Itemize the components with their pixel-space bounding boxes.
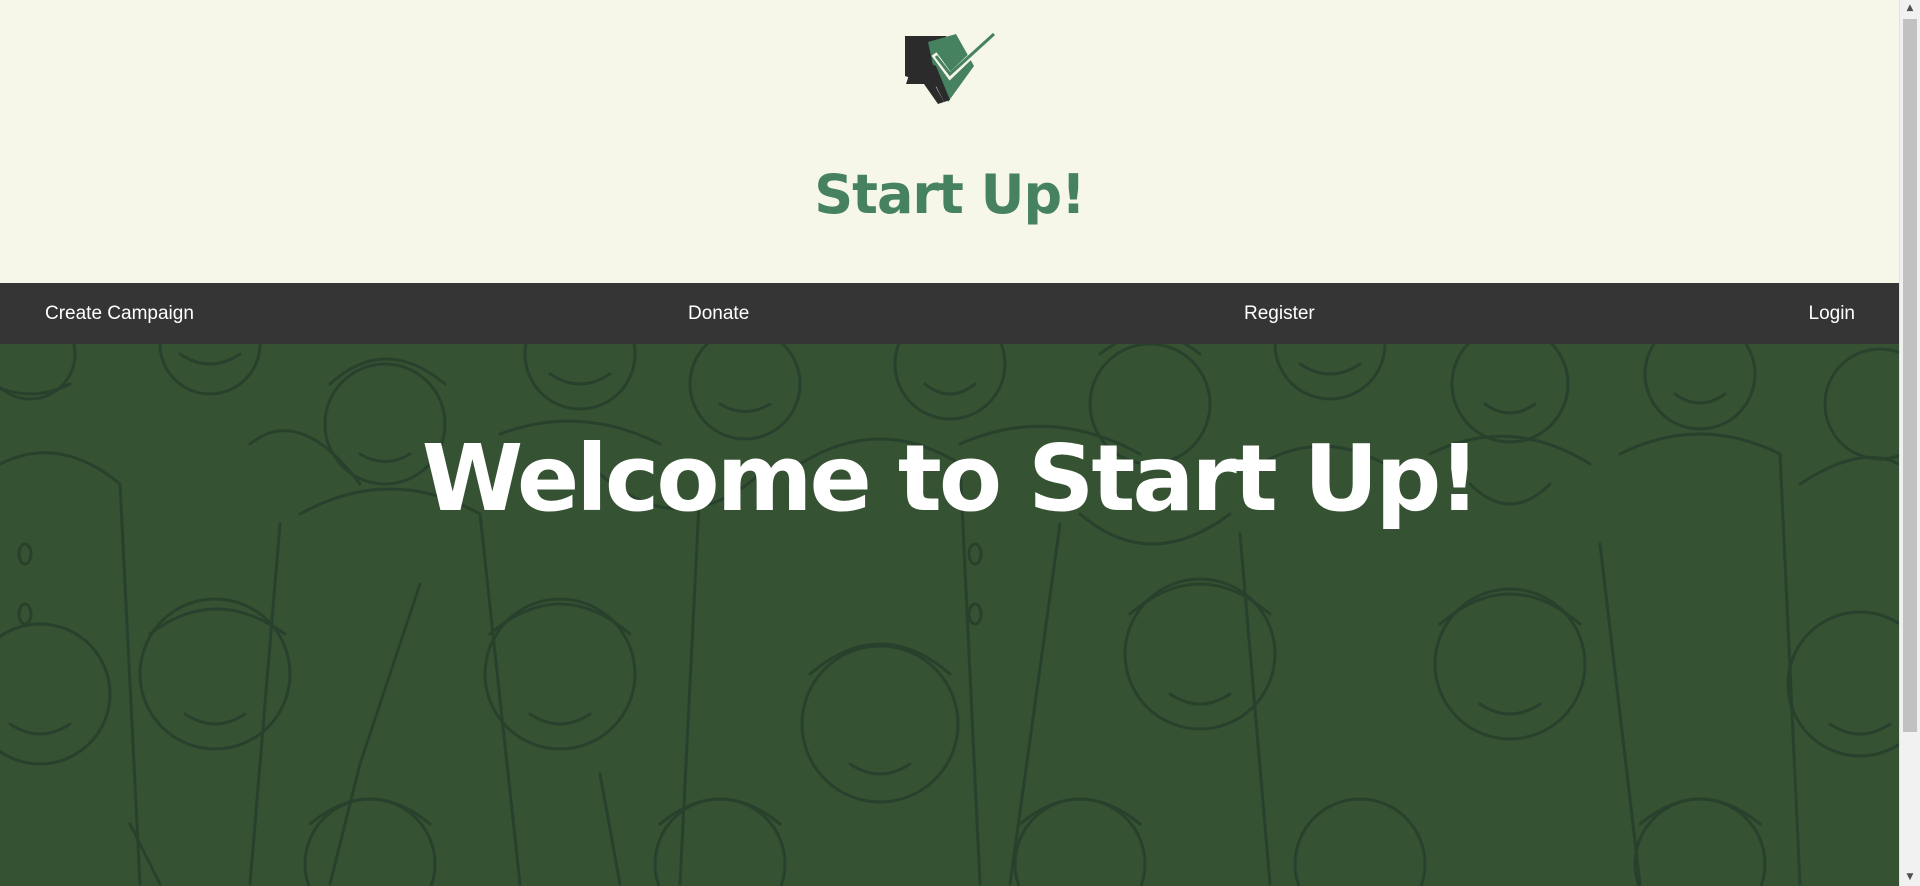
site-title: Start Up! [814,163,1086,226]
hero-title: Welcome to Start Up! [421,425,1481,532]
nav-link-create-campaign[interactable]: Create Campaign [45,283,194,344]
nav-link-donate[interactable]: Donate [688,283,749,344]
nav-link-login[interactable]: Login [1809,283,1856,344]
scroll-down-arrow-icon[interactable]: ▼ [1900,869,1920,886]
vertical-scrollbar[interactable]: ▲ ▼ [1899,0,1920,886]
hero-banner: Welcome to Start Up! [0,344,1899,886]
nav-link-register[interactable]: Register [1244,283,1315,344]
main-navbar: Create Campaign Donate Register Login [0,283,1899,344]
page-content: Start Up! Create Campaign Donate Registe… [0,0,1899,886]
page: Start Up! Create Campaign Donate Registe… [0,0,1920,886]
checkmark-ballot-logo-icon[interactable] [900,28,1000,104]
scroll-up-arrow-icon[interactable]: ▲ [1900,0,1920,17]
scrollbar-thumb[interactable] [1903,19,1917,732]
site-header: Start Up! [0,0,1899,283]
